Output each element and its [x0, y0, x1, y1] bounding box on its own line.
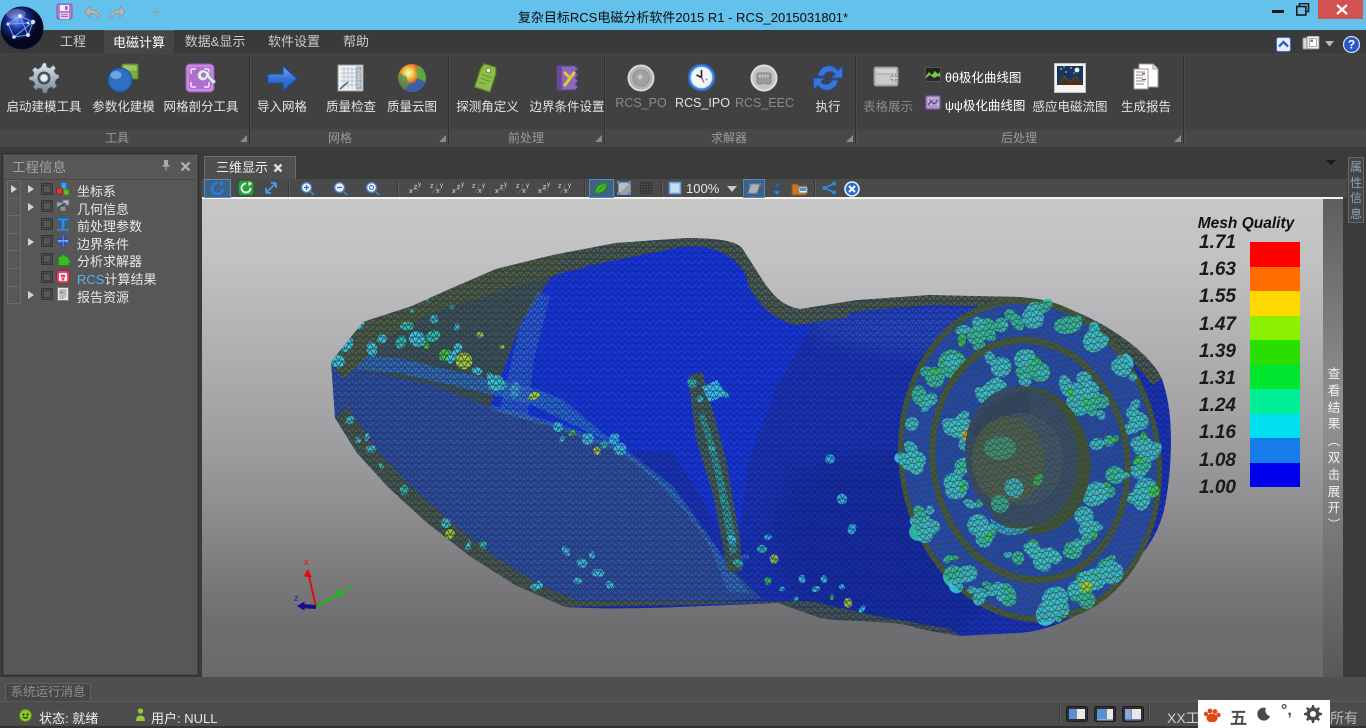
svg-text:y: y: [418, 182, 421, 188]
svg-text:y: y: [547, 182, 550, 188]
svg-text:y: y: [504, 182, 507, 188]
svg-text:x: x: [304, 557, 309, 567]
svg-text:y: y: [568, 183, 571, 189]
svg-text:x: x: [495, 188, 499, 195]
svg-text:y: y: [348, 581, 353, 591]
svg-text:x: x: [409, 188, 413, 195]
svg-text:z: z: [558, 183, 562, 190]
svg-text:y: y: [440, 183, 443, 189]
svg-text:x: x: [452, 188, 456, 195]
svg-text:x: x: [478, 188, 482, 195]
svg-text:z: z: [430, 183, 434, 190]
svg-text:x: x: [538, 188, 542, 195]
svg-text:x: x: [522, 188, 526, 195]
svg-text:z: z: [294, 593, 299, 603]
svg-text:x: x: [436, 188, 440, 195]
svg-text:y: y: [526, 183, 529, 189]
svg-text:y: y: [461, 182, 464, 188]
svg-text:z: z: [472, 183, 476, 190]
svg-text:y: y: [482, 183, 485, 189]
svg-text:?: ?: [1348, 38, 1355, 52]
svg-text:z: z: [516, 183, 520, 190]
svg-text:x: x: [564, 188, 568, 195]
